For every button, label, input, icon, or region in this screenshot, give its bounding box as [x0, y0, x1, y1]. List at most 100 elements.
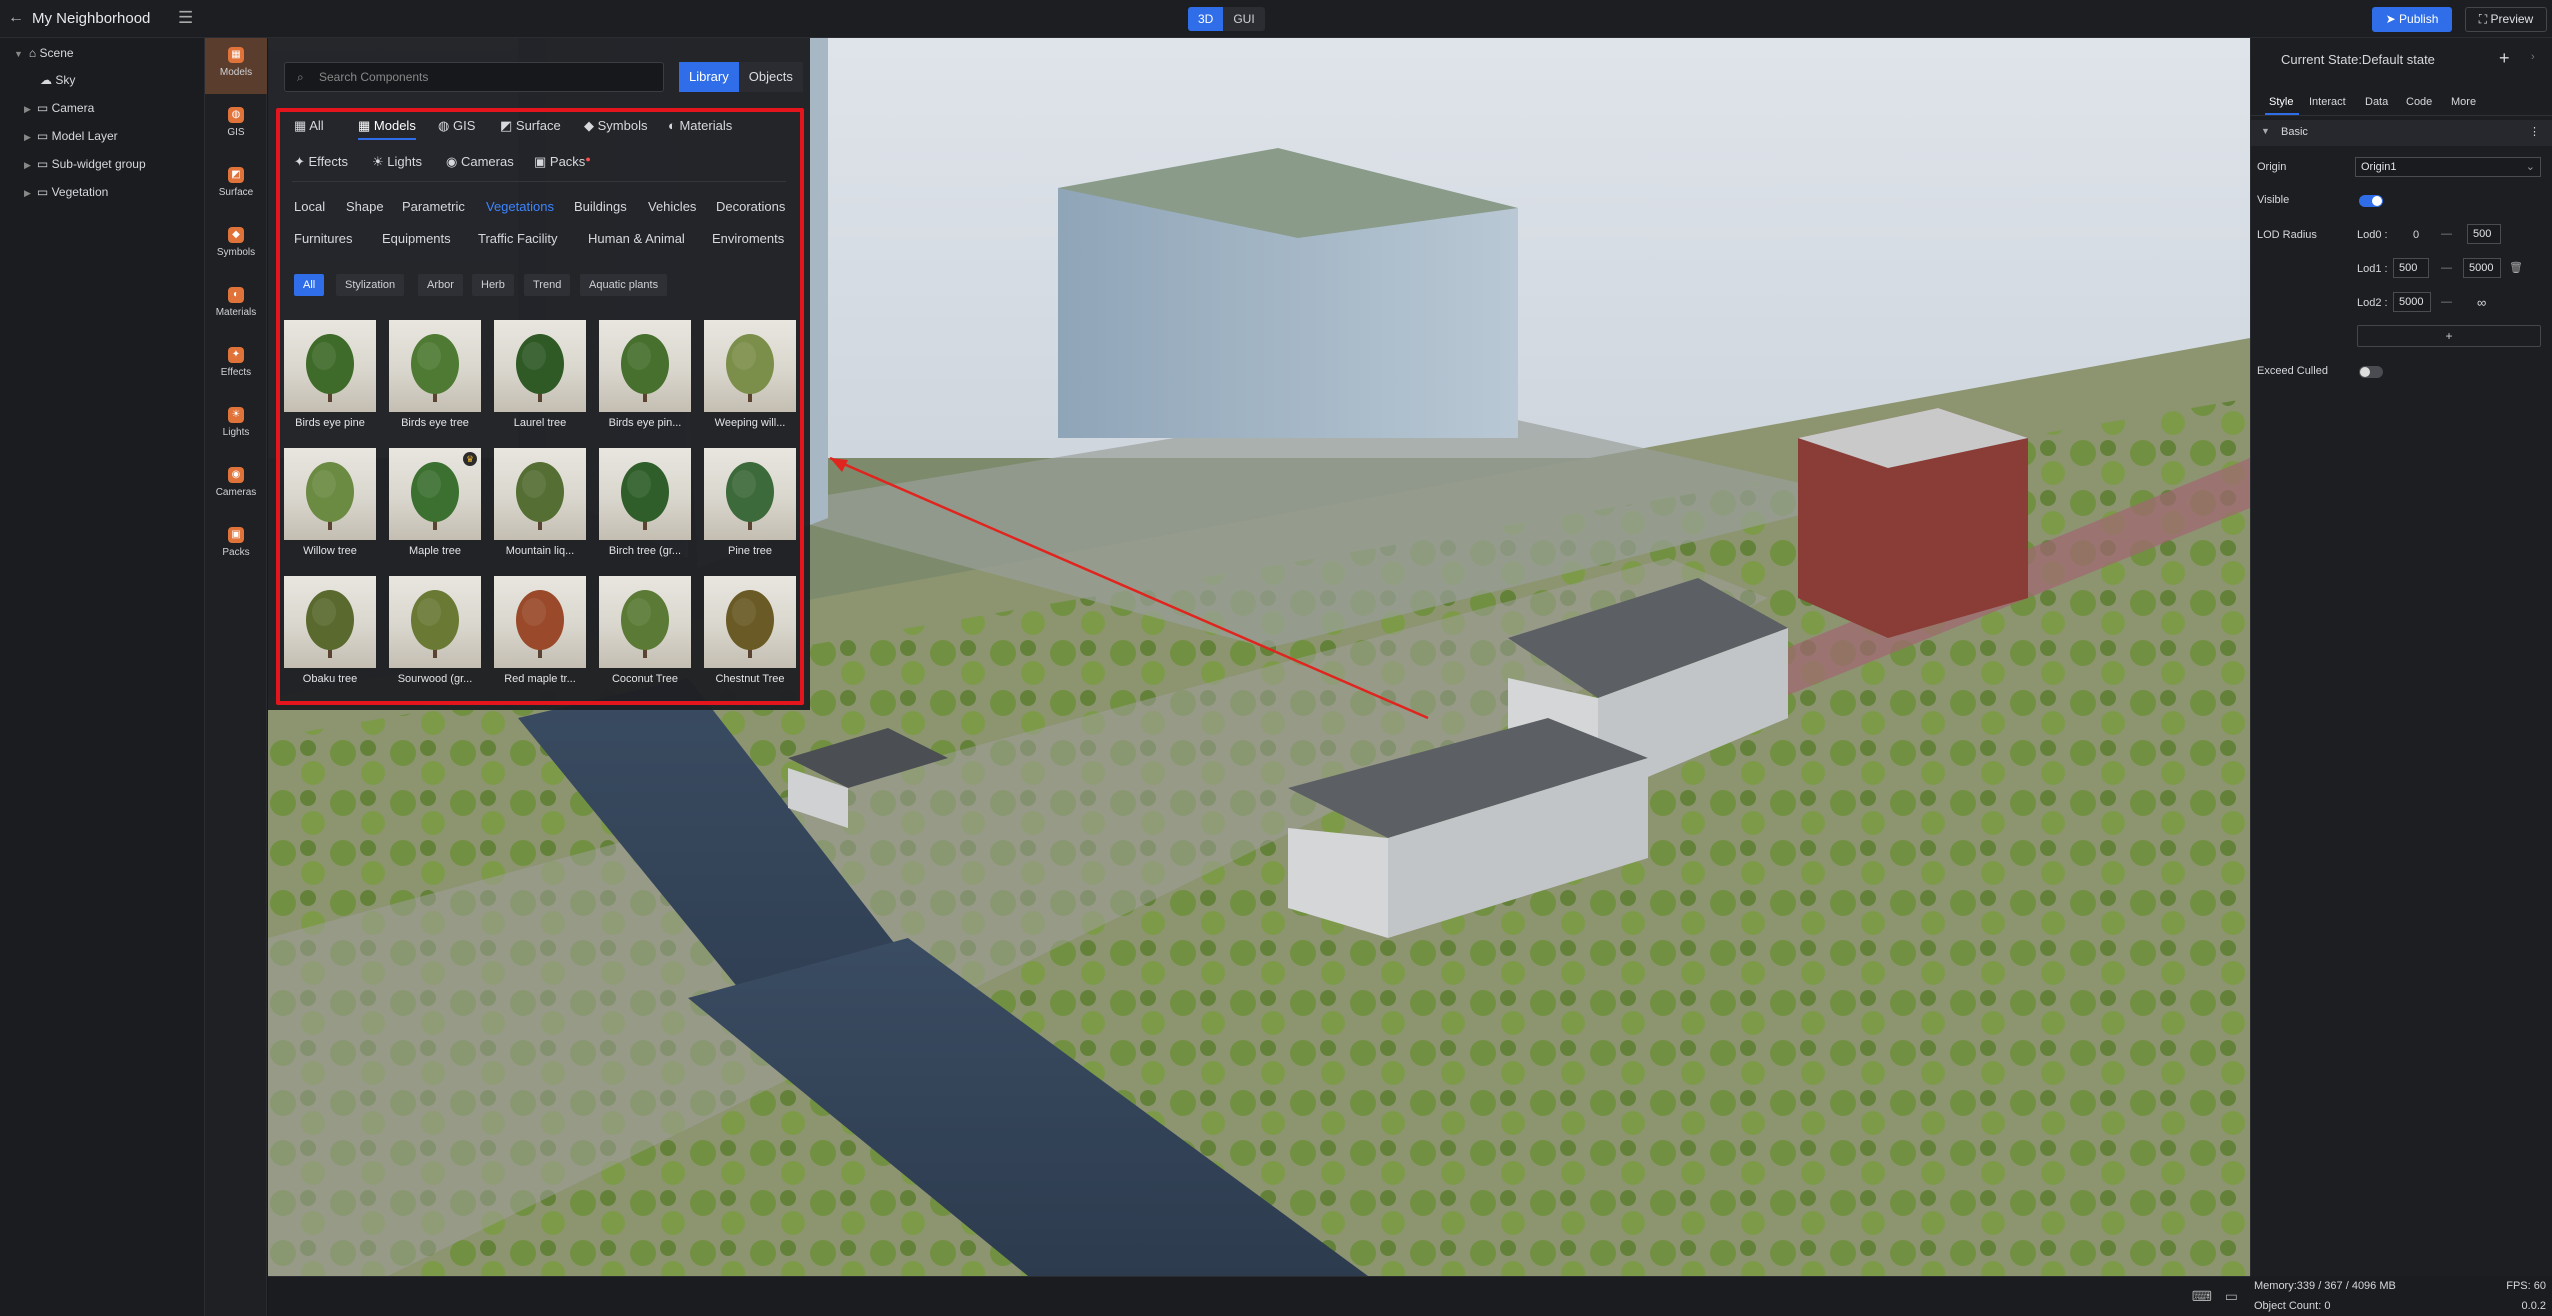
model-card[interactable]: Willow tree — [284, 448, 376, 560]
category-lights[interactable]: ☀ Lights — [372, 154, 422, 170]
category-materials[interactable]: ◐ Materials — [668, 118, 732, 133]
tab-interact[interactable]: Interact — [2309, 96, 2346, 108]
category-surface[interactable]: ◩ Surface — [500, 118, 561, 134]
lod1-label: Lod1 : — [2357, 263, 2388, 275]
subcategory-enviroments[interactable]: Enviroments — [712, 231, 784, 246]
model-card[interactable]: Birch tree (gr... — [599, 448, 691, 560]
model-card[interactable]: Birds eye pine — [284, 320, 376, 432]
category-all[interactable]: ▦ All — [294, 118, 324, 134]
origin-select[interactable]: Origin1 ⌄ — [2355, 157, 2541, 177]
trash-icon[interactable]: 🗑 — [2509, 261, 2523, 274]
tab-code[interactable]: Code — [2406, 96, 2432, 108]
lod0-max-input[interactable]: 500 — [2467, 224, 2501, 244]
category-packs[interactable]: ▣ Packs● — [534, 154, 591, 170]
lod2-min-input[interactable]: 5000 — [2393, 292, 2431, 312]
filter-aquatic-plants[interactable]: Aquatic plants — [580, 274, 668, 296]
subcategory-parametric[interactable]: Parametric — [402, 199, 465, 214]
rail-lights[interactable]: ☀ Lights — [205, 398, 267, 454]
model-card[interactable]: Obaku tree — [284, 576, 376, 688]
filter-herb[interactable]: Herb — [472, 274, 514, 296]
add-lod-button[interactable]: + — [2357, 325, 2541, 347]
model-card[interactable]: Birds eye tree — [389, 320, 481, 432]
lod1-min-input[interactable]: 500 — [2393, 258, 2429, 278]
model-label: Weeping will... — [714, 417, 786, 429]
lod1-max-value: 5000 — [2469, 262, 2494, 274]
subcategory-human-animal[interactable]: Human & Animal — [588, 231, 685, 246]
tree-node-sub-widget-group[interactable]: ▶ ▭ Sub-widget group — [24, 157, 146, 171]
model-label: Mountain liq... — [505, 545, 575, 557]
rail-symbols[interactable]: ◆ Symbols — [205, 218, 267, 274]
model-card[interactable]: Pine tree — [704, 448, 796, 560]
rail-packs[interactable]: ▣ Packs — [205, 518, 267, 574]
tab-more[interactable]: More — [2451, 96, 2476, 108]
rail-models[interactable]: ▦ Models — [205, 38, 267, 94]
rail-effects[interactable]: ✦ Effects — [205, 338, 267, 394]
search-input[interactable]: ⌕ Search Components — [284, 62, 664, 92]
menu-icon[interactable]: ☰ — [178, 8, 193, 28]
tree-node-sky[interactable]: ☁ Sky — [40, 73, 75, 87]
tree-node-vegetation[interactable]: ▶ ▭ Vegetation — [24, 185, 108, 199]
tree-node-model-layer[interactable]: ▶ ▭ Model Layer — [24, 129, 118, 143]
model-card[interactable]: Red maple tr... — [494, 576, 586, 688]
terminal-icon[interactable]: ▭ — [2225, 1288, 2238, 1305]
exceed-culled-label: Exceed Culled — [2257, 365, 2328, 377]
subcategory-traffic-facility[interactable]: Traffic Facility — [478, 231, 557, 246]
filter-trend[interactable]: Trend — [524, 274, 571, 296]
model-label: Obaku tree — [302, 673, 358, 685]
category-effects[interactable]: ✦ Effects — [294, 154, 348, 170]
subcategory-shape[interactable]: Shape — [346, 199, 384, 214]
tab-style[interactable]: Style — [2269, 96, 2293, 108]
subcategory-decorations[interactable]: Decorations — [716, 199, 785, 214]
rail-gis[interactable]: ◍ GIS — [205, 98, 267, 154]
back-arrow-icon[interactable]: ← — [8, 9, 24, 27]
subcategory-furnitures[interactable]: Furnitures — [294, 231, 353, 246]
filter-all[interactable]: All — [294, 274, 325, 296]
rail-surface[interactable]: ◩ Surface — [205, 158, 267, 214]
exceed-culled-toggle[interactable] — [2359, 366, 2383, 378]
filter-stylization[interactable]: Stylization — [336, 274, 405, 296]
active-tab-indicator — [2265, 113, 2299, 115]
folder-icon: ▭ — [36, 185, 52, 199]
tab-library[interactable]: Library — [679, 62, 739, 92]
model-card[interactable]: Coconut Tree — [599, 576, 691, 688]
section-basic[interactable]: ▼ Basic ⋮ — [2251, 120, 2552, 146]
subcategory-vehicles[interactable]: Vehicles — [648, 199, 696, 214]
subcategory-vegetations[interactable]: Vegetations — [486, 199, 554, 214]
keyboard-icon[interactable]: ⌨ — [2192, 1288, 2212, 1305]
publish-button[interactable]: ➤ Publish — [2372, 7, 2452, 32]
model-card[interactable]: Chestnut Tree — [704, 576, 796, 688]
subcategory-equipments[interactable]: Equipments — [382, 231, 451, 246]
model-card[interactable]: Weeping will... — [704, 320, 796, 432]
category-cameras[interactable]: ◉ Cameras — [446, 154, 514, 170]
preview-button[interactable]: ⛶ Preview — [2465, 7, 2547, 32]
tab-objects[interactable]: Objects — [738, 62, 803, 92]
rail-cameras[interactable]: ◉ Cameras — [205, 458, 267, 514]
model-card[interactable]: Sourwood (gr... — [389, 576, 481, 688]
mode-gui-button[interactable]: GUI — [1223, 7, 1264, 31]
category-models[interactable]: ▦ Models — [358, 118, 416, 140]
category-symbols[interactable]: ◆ Symbols — [584, 118, 647, 134]
model-card[interactable]: Birds eye pin... — [599, 320, 691, 432]
model-card[interactable]: ♛ Maple tree — [389, 448, 481, 560]
tree-node-camera[interactable]: ▶ ▭ Camera — [24, 101, 94, 115]
chevron-right-icon[interactable]: › — [2531, 51, 2535, 63]
filter-arbor[interactable]: Arbor — [418, 274, 463, 296]
tab-data[interactable]: Data — [2365, 96, 2388, 108]
mode-3d-button[interactable]: 3D — [1188, 7, 1224, 31]
subcategory-local[interactable]: Local — [294, 199, 325, 214]
lod1-max-input[interactable]: 5000 — [2463, 258, 2501, 278]
visible-toggle[interactable] — [2359, 195, 2383, 207]
range-dash: — — [2441, 228, 2452, 240]
model-card[interactable]: Laurel tree — [494, 320, 586, 432]
tree-node-scene[interactable]: ▼ ⌂ Scene — [14, 46, 74, 60]
rail-materials[interactable]: ◐ Materials — [205, 278, 267, 334]
subcategory-buildings[interactable]: Buildings — [574, 199, 627, 214]
lod2-min-value: 5000 — [2399, 296, 2424, 308]
caret-right-icon: ▶ — [24, 188, 31, 198]
more-icon[interactable]: ⋮ — [2529, 125, 2540, 138]
model-label: Birds eye pin... — [608, 417, 682, 429]
add-state-icon[interactable]: + — [2499, 48, 2510, 69]
model-card[interactable]: Mountain liq... — [494, 448, 586, 560]
category-gis[interactable]: ◍ GIS — [438, 118, 475, 134]
rail-label: Cameras — [215, 487, 257, 498]
